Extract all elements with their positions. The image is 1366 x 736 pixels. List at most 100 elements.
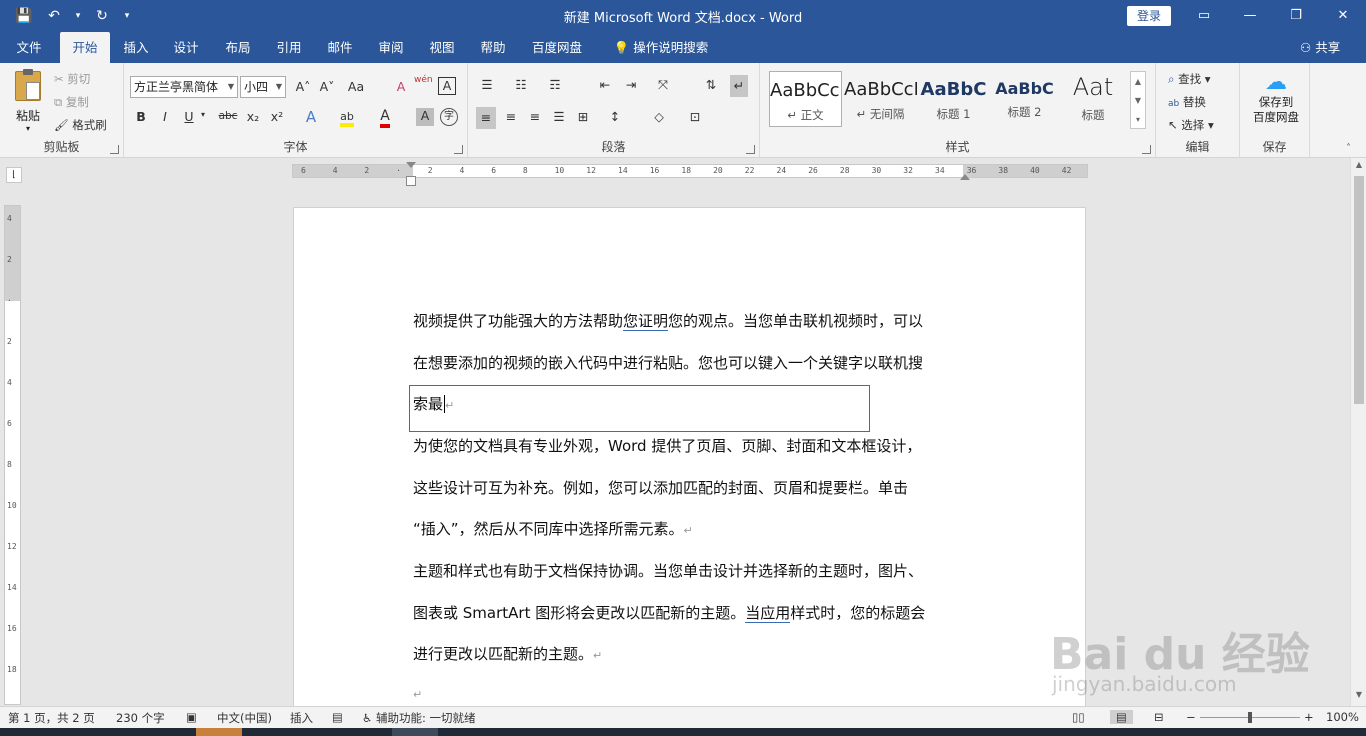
line-spacing-icon[interactable]: ↕ [606, 109, 624, 124]
taskbar-app-word[interactable] [392, 728, 438, 736]
proofing-icon[interactable]: ▣ [186, 710, 197, 724]
styles-scroll[interactable]: ▲ ▼ ▾ [1130, 71, 1146, 129]
more-styles-icon[interactable]: ▾ [1131, 110, 1145, 129]
increase-indent-icon[interactable]: ⇥ [622, 77, 640, 92]
align-right-icon[interactable]: ≡ [526, 109, 544, 124]
tab-home[interactable]: 开始 [60, 32, 110, 63]
text-effects-icon[interactable]: A [302, 108, 320, 126]
style-title[interactable]: Aat 标题 [1058, 71, 1128, 127]
taskbar-app-highlight[interactable] [196, 728, 242, 736]
share-button[interactable]: ⚇ 共享 [1300, 32, 1340, 63]
chevron-down-icon[interactable]: ▼ [1131, 91, 1145, 110]
highlight-color-icon[interactable]: ab [336, 108, 358, 127]
page-count[interactable]: 第 1 页，共 2 页 [8, 710, 95, 726]
underline-dropdown-icon[interactable]: ▾ [198, 110, 208, 119]
clear-formatting-icon[interactable]: A [392, 79, 410, 94]
paragraph-dialog-launcher-icon[interactable] [746, 145, 755, 154]
print-layout-icon[interactable]: ▤ [1110, 710, 1133, 724]
paragraph-1[interactable]: 视频提供了功能强大的方法帮助您证明您的观点。当您单击联机视频时，可以 在想要添加… [413, 301, 973, 427]
italic-button[interactable]: I [156, 109, 174, 124]
paragraph-3[interactable]: 主题和样式也有助于文档保持协调。当您单击设计并选择新的主题时，图片、 图表或 S… [413, 551, 973, 677]
insert-mode-indicator[interactable]: 插入 [290, 710, 313, 726]
scroll-up-icon[interactable]: ▲ [1351, 160, 1366, 174]
zoom-out-button[interactable]: − [1186, 710, 1196, 724]
decrease-indent-icon[interactable]: ⇤ [596, 77, 614, 92]
zoom-slider-thumb[interactable] [1248, 712, 1252, 723]
restore-button[interactable]: ❐ [1273, 4, 1319, 28]
character-shading-icon[interactable]: A [416, 108, 434, 126]
strikethrough-button[interactable]: abc [216, 110, 240, 122]
scroll-down-icon[interactable]: ▼ [1351, 690, 1366, 704]
hanging-indent-marker[interactable] [406, 176, 416, 186]
multilevel-list-icon[interactable]: ☶ [546, 77, 564, 92]
tab-view[interactable]: 视图 [422, 32, 462, 63]
paste-button[interactable]: 粘贴 ▾ [10, 69, 46, 135]
font-name-combo[interactable]: 方正兰亭黑简体 ▼ [130, 76, 238, 98]
tab-references[interactable]: 引用 [269, 32, 309, 63]
style-heading-1[interactable]: AaBbC 标题 1 [917, 71, 990, 127]
tell-me-search[interactable]: 💡 操作说明搜索 [606, 32, 716, 63]
distributed-icon[interactable]: ⊞ [574, 109, 592, 124]
right-indent-marker[interactable] [960, 174, 970, 180]
tab-layout[interactable]: 布局 [218, 32, 258, 63]
superscript-button[interactable]: x² [268, 109, 286, 124]
tab-mailings[interactable]: 邮件 [320, 32, 360, 63]
phonetic-guide-icon[interactable]: wén [414, 75, 433, 85]
borders-icon[interactable]: ⊡ [686, 109, 704, 124]
tab-review[interactable]: 审阅 [371, 32, 411, 63]
zoom-level[interactable]: 100% [1326, 710, 1359, 724]
character-border-icon[interactable]: A [438, 77, 456, 95]
grow-font-icon[interactable]: A˄ [292, 79, 314, 94]
language-indicator[interactable]: 中文(中国) [217, 710, 272, 726]
zoom-in-button[interactable]: + [1304, 710, 1314, 724]
subscript-button[interactable]: x₂ [244, 109, 262, 124]
minimize-button[interactable]: — [1227, 4, 1273, 28]
style-no-spacing[interactable]: AaBbCcI ↵ 无间隔 [844, 71, 917, 127]
tab-insert[interactable]: 插入 [116, 32, 156, 63]
shading-icon[interactable]: ◇ [650, 109, 668, 124]
paragraph-2[interactable]: 为使您的文档具有专业外观，Word 提供了页眉、页脚、封面和文本框设计， 这些设… [413, 426, 973, 552]
tab-help[interactable]: 帮助 [473, 32, 513, 63]
clipboard-dialog-launcher-icon[interactable] [110, 145, 119, 154]
numbering-icon[interactable]: ☷ [512, 77, 530, 92]
vertical-scrollbar[interactable]: ▲ ▼ [1350, 158, 1366, 706]
underline-button[interactable]: U [180, 109, 198, 124]
read-mode-icon[interactable]: ▯▯ [1072, 710, 1085, 724]
font-color-icon[interactable]: A [376, 108, 394, 128]
find-button[interactable]: ⌕ 查找 ▾ [1168, 71, 1211, 87]
close-button[interactable]: ✕ [1320, 4, 1366, 28]
tab-selector-icon[interactable]: ⌊ [6, 167, 22, 183]
sort-icon[interactable]: ⇅ [702, 77, 720, 92]
font-dialog-launcher-icon[interactable] [454, 145, 463, 154]
align-left-icon[interactable]: ≡ [476, 107, 496, 129]
save-to-baidu-button[interactable]: ☁ 保存到 百度网盘 [1246, 71, 1306, 125]
chevron-up-icon[interactable]: ▲ [1131, 72, 1145, 91]
justify-icon[interactable]: ☰ [550, 109, 568, 124]
format-painter-button[interactable]: 🖌 格式刷 [54, 117, 107, 133]
macro-icon[interactable]: ▤ [332, 710, 343, 724]
zoom-slider[interactable] [1200, 712, 1300, 723]
tab-baidu-netdisk[interactable]: 百度网盘 [526, 32, 588, 63]
align-center-icon[interactable]: ≡ [502, 109, 520, 124]
styles-dialog-launcher-icon[interactable] [1142, 145, 1151, 154]
show-formatting-marks-icon[interactable]: ↵ [730, 75, 748, 97]
scrollbar-thumb[interactable] [1354, 176, 1364, 404]
tab-design[interactable]: 设计 [166, 32, 206, 63]
web-layout-icon[interactable]: ⊟ [1154, 710, 1164, 724]
vertical-ruler[interactable]: 4 2 · 2 4 6 8 10 12 14 16 18 [4, 205, 21, 705]
collapse-ribbon-icon[interactable]: ˄ [1346, 143, 1351, 154]
cut-button[interactable]: ✂ 剪切 [54, 71, 90, 87]
select-button[interactable]: ↖ 选择 ▾ [1168, 117, 1214, 133]
tab-file[interactable]: 文件 [6, 32, 52, 63]
chinese-layout-icon[interactable]: ⤧ [654, 77, 672, 93]
change-case-icon[interactable]: Aa [344, 79, 368, 94]
shrink-font-icon[interactable]: A˅ [316, 79, 338, 94]
replace-button[interactable]: ab 替换 [1168, 94, 1206, 110]
enclose-characters-icon[interactable]: 字 [440, 108, 458, 126]
ribbon-display-options-icon[interactable]: ▭ [1181, 4, 1227, 28]
style-normal[interactable]: AaBbCcI ↵ 正文 [769, 71, 842, 127]
copy-button[interactable]: ⧉ 复制 [54, 94, 89, 110]
login-button[interactable]: 登录 [1127, 6, 1171, 26]
first-line-indent-marker[interactable] [406, 162, 416, 168]
font-size-combo[interactable]: 小四 ▼ [240, 76, 286, 98]
